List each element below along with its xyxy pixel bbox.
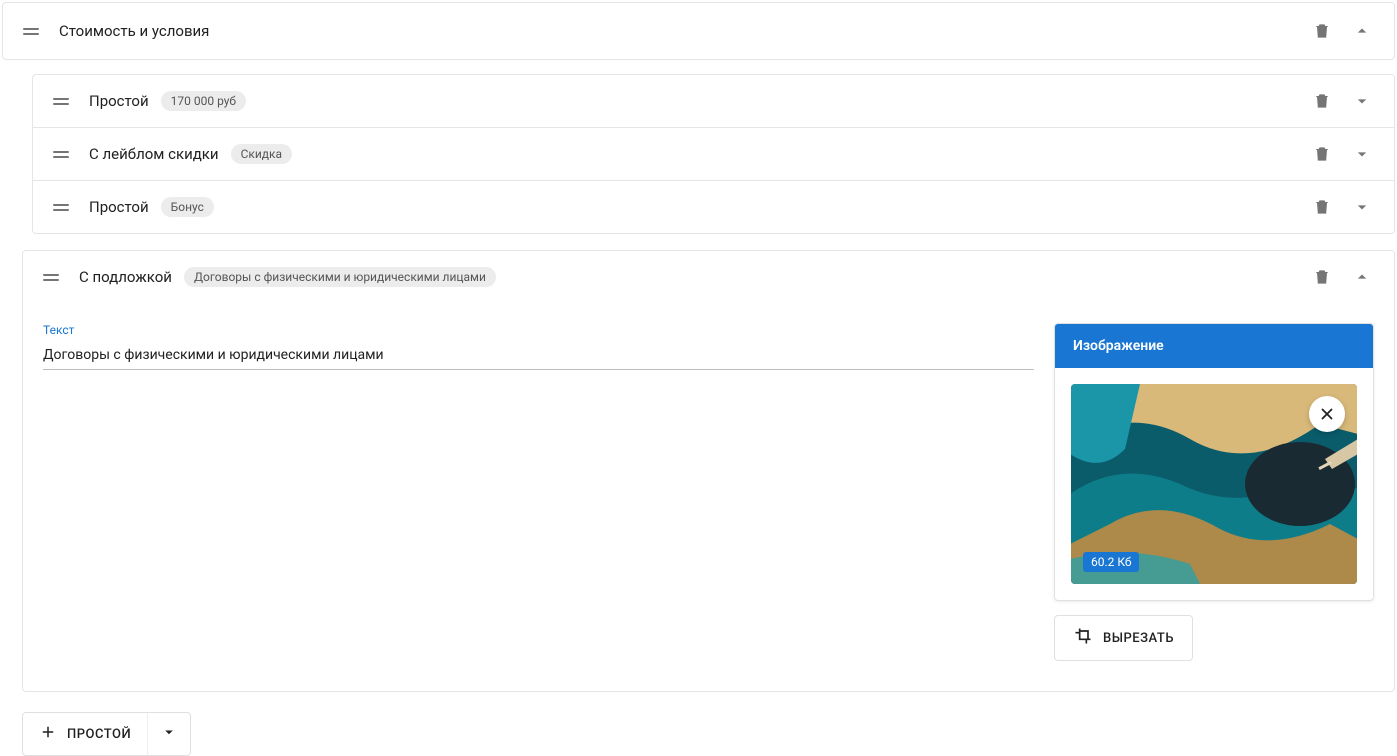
- add-button-label: ПРОСТОЙ: [67, 727, 131, 742]
- item-title: Простой: [89, 198, 149, 216]
- image-column: Изображение: [1054, 323, 1374, 661]
- chevron-down-icon[interactable]: [1350, 89, 1374, 113]
- chevron-down-icon[interactable]: [1350, 142, 1374, 166]
- item-badge: Бонус: [161, 197, 214, 217]
- item-title: С лейблом скидки: [89, 145, 219, 163]
- item-badge: Скидка: [231, 144, 292, 164]
- trash-icon[interactable]: [1310, 142, 1334, 166]
- item-badge: Договоры с физическими и юридическими ли…: [184, 267, 496, 287]
- item-title: Простой: [89, 92, 149, 110]
- remove-image-button[interactable]: [1309, 396, 1345, 432]
- list-item[interactable]: С лейблом скидки Скидка: [33, 128, 1394, 181]
- text-field-column: Текст: [43, 323, 1034, 661]
- image-size-badge: 60.2 Кб: [1083, 552, 1139, 572]
- expanded-item: С подложкой Договоры с физическими и юри…: [22, 250, 1395, 692]
- item-title: С подложкой: [79, 268, 172, 286]
- drag-handle-icon[interactable]: [43, 274, 59, 281]
- crop-button-label: ВЫРЕЗАТЬ: [1103, 631, 1174, 646]
- list-item[interactable]: Простой 170 000 руб: [33, 75, 1394, 128]
- expanded-header[interactable]: С подложкой Договоры с физическими и юри…: [23, 251, 1394, 303]
- text-field-label: Текст: [43, 323, 1034, 337]
- drag-handle-icon[interactable]: [53, 204, 69, 211]
- drag-handle-icon[interactable]: [23, 28, 39, 35]
- items-list: Простой 170 000 руб С лейблом скидки Ски…: [2, 74, 1395, 234]
- drag-handle-icon[interactable]: [53, 151, 69, 158]
- chevron-up-icon[interactable]: [1350, 19, 1374, 43]
- image-preview: 60.2 Кб: [1055, 368, 1373, 600]
- image-card-title: Изображение: [1055, 324, 1373, 368]
- list-item[interactable]: Простой Бонус: [33, 181, 1394, 233]
- trash-icon[interactable]: [1310, 265, 1334, 289]
- trash-icon[interactable]: [1310, 89, 1334, 113]
- item-badge: 170 000 руб: [161, 91, 246, 111]
- chevron-up-icon[interactable]: [1350, 265, 1374, 289]
- drag-handle-icon[interactable]: [53, 98, 69, 105]
- chevron-down-icon[interactable]: [1350, 195, 1374, 219]
- caret-down-icon: [160, 723, 178, 745]
- crop-button[interactable]: ВЫРЕЗАТЬ: [1054, 615, 1193, 661]
- trash-icon[interactable]: [1310, 195, 1334, 219]
- text-input[interactable]: [43, 341, 1034, 370]
- trash-icon[interactable]: [1310, 19, 1334, 43]
- section-title: Стоимость и условия: [59, 22, 209, 40]
- section-header[interactable]: Стоимость и условия: [3, 3, 1394, 59]
- crop-icon: [1073, 626, 1093, 650]
- plus-icon: [39, 723, 57, 745]
- dropdown-toggle[interactable]: [148, 713, 190, 755]
- section-price-conditions: Стоимость и условия: [2, 2, 1395, 60]
- image-card: Изображение: [1054, 323, 1374, 601]
